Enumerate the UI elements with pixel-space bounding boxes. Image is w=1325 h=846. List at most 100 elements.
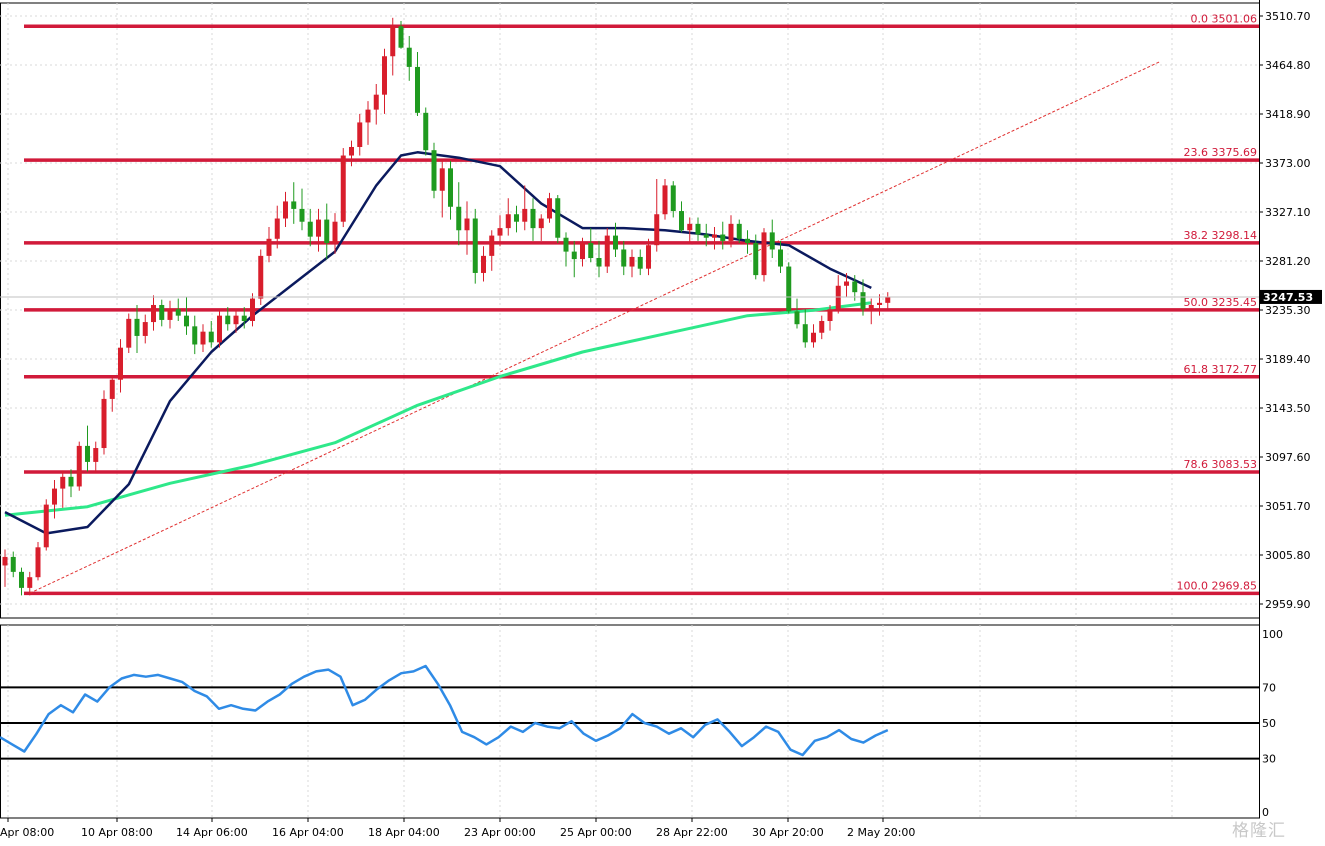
candle-body [885,296,891,303]
fib-level-label: 50.0 3235.45 [1184,296,1257,309]
price-axis-label: 3235.30 [1265,304,1311,317]
candle-body [769,232,775,250]
candle-body [654,214,660,246]
candle-body [266,238,272,256]
candle-body [555,198,561,238]
candle-body [307,221,313,237]
candle-body [448,168,453,207]
candle-body [811,332,816,343]
candle-body [844,281,849,286]
fib-level-label: 38.2 3298.14 [1184,229,1257,242]
time-axis-label: 28 Apr 22:00 [656,826,728,839]
candle-body [60,476,66,489]
candle-body [835,285,841,310]
candle-body [852,281,858,293]
time-axis-label: Apr 08:00 [0,826,54,839]
candle-body [745,238,750,244]
time-axis-label: 30 Apr 20:00 [752,826,824,839]
candle-body [19,571,24,588]
candle-body [217,315,222,343]
candle-body [637,256,643,269]
candle-body [522,208,528,222]
candle-body [646,245,651,269]
candle-body [431,150,437,191]
time-axis-label: 18 Apr 04:00 [368,826,440,839]
candle-body [68,476,74,487]
candle-body [604,235,610,267]
candle-body [819,320,825,333]
candle-body [580,243,585,260]
candle-body [613,235,618,250]
price-axis-label: 3464.80 [1265,59,1311,72]
chart-background [0,0,1325,846]
candle-body [877,302,882,305]
candle-body [109,379,115,399]
candle [76,441,82,491]
candle-body [514,214,519,222]
price-axis-label: 3510.70 [1265,10,1311,23]
candle [472,208,478,284]
candle-body [35,547,41,578]
candle-body [373,94,379,110]
time-axis-label: 25 Apr 00:00 [560,826,632,839]
candle [126,313,132,354]
fib-level-label: 0.0 3501.06 [1191,12,1257,25]
price-axis-label: 3143.50 [1265,402,1311,415]
candle-body [332,221,338,244]
candle-body [142,322,148,336]
candle-body [571,251,577,260]
candle-body [134,318,140,336]
price-axis-label: 2959.90 [1265,598,1311,611]
candle-body [406,47,412,67]
price-axis-label: 3097.60 [1265,451,1311,464]
candle-body [43,504,49,548]
candle-body [52,488,57,505]
candle-body [786,266,792,312]
candle-body [505,214,511,229]
candle-body [827,309,833,321]
candle-body [423,112,429,151]
candle [431,142,437,199]
candle-body [456,206,462,231]
price-axis-label: 3373.00 [1265,157,1311,170]
price-chart[interactable]: 0.0 3501.06 23.6 3375.69 38.2 3298.14 50.0 … [0,0,1325,846]
candle-body [184,315,189,327]
candle-body [753,243,759,276]
candle-body [489,235,495,256]
price-axis-label: 3418.90 [1265,108,1311,121]
candle-body [349,146,354,156]
price-axis-label: 3005.80 [1265,549,1311,562]
candle-body [728,223,734,241]
candle-body [778,249,783,267]
candle-body [324,219,330,244]
candle-body [175,309,181,316]
candle-body [563,237,569,252]
candle-body [118,347,123,380]
candle-body [151,304,156,323]
candle-body [670,185,676,212]
fib-level-label: 23.6 3375.69 [1184,146,1257,159]
price-axis-label: 3189.40 [1265,353,1311,366]
price-axis-label: 3281.20 [1265,255,1311,268]
candle-body [596,258,602,267]
candle-body [10,556,16,572]
candle-body [687,223,693,231]
candle [423,107,429,156]
time-axis-label: 2 May 20:00 [847,826,915,839]
candle-body [398,26,404,48]
candle-body [200,331,206,345]
candle-body [357,122,363,147]
candle-body [250,298,255,321]
watermark-logo: 格隆汇 [1232,821,1286,841]
candle-body [283,201,288,219]
candle-body [439,168,445,191]
candle-body [126,318,132,348]
candle [35,541,41,581]
candle [555,195,561,244]
candle [43,499,49,551]
fib-level-label: 78.6 3083.53 [1184,458,1257,471]
time-axis-label: 23 Apr 00:00 [464,826,536,839]
candle-body [76,445,82,487]
candle-body [703,234,709,238]
candle-body [85,445,90,462]
